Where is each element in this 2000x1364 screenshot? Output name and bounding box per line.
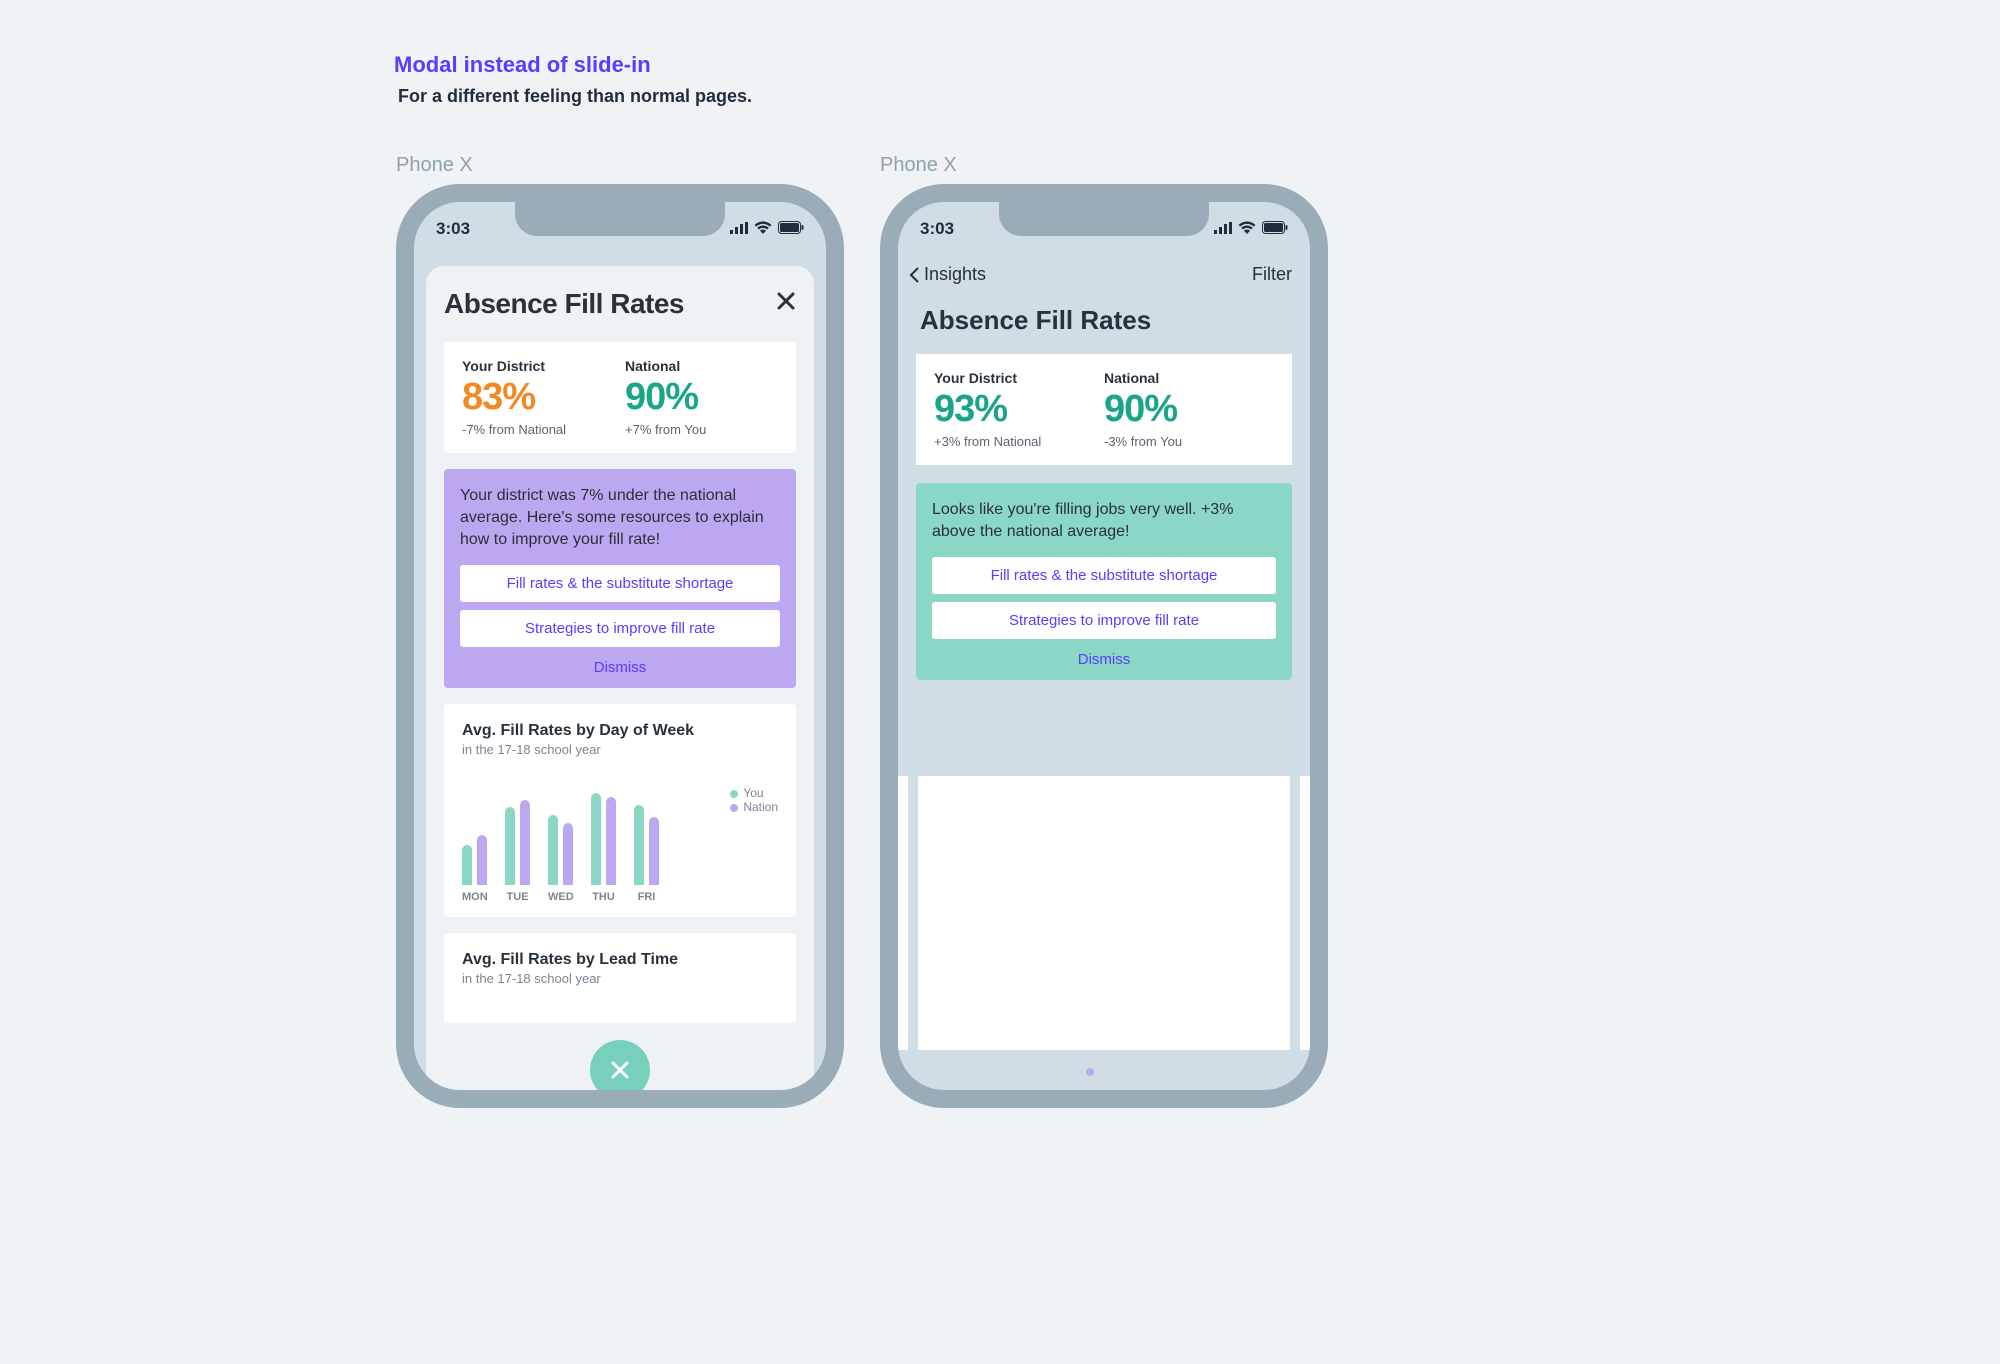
status-time: 3:03 [436,219,470,239]
info-text: Looks like you're filling jobs very well… [932,499,1276,543]
stat-district-value: 93% [934,390,1104,428]
bar-nation [606,797,616,885]
page-dot[interactable] [1114,1068,1122,1076]
bar-you [462,845,472,885]
floating-close-button[interactable] [590,1040,650,1100]
resource-link-2[interactable]: Strategies to improve fill rate [460,610,780,647]
page-dot[interactable] [1086,1068,1094,1076]
stat-district: Your District 93% +3% from National [934,370,1104,449]
filter-button[interactable]: Filter [1252,264,1292,285]
chart2-title: Avg. Fill Rates by Lead Time [462,951,778,969]
status-time: 3:03 [920,219,954,239]
xtick: THU [591,891,616,903]
chart-xaxis: MON TUE WED THU FRI [462,891,778,903]
bar-group [505,800,530,885]
page-dot[interactable] [1100,1068,1108,1076]
phone-left: 3:03 Absence Fill Rates [396,184,844,1108]
stat-district-sub: -7% from National [462,422,615,437]
xtick: TUE [505,891,530,903]
bar-you [505,807,515,885]
dismiss-button[interactable]: Dismiss [932,647,1276,668]
close-icon[interactable] [776,290,796,318]
page-dots [1086,1068,1122,1076]
xtick: FRI [634,891,659,903]
device-notch [515,198,725,236]
chart-card-leadtime: Avg. Fill Rates by Lead Time in the 17-1… [444,933,796,1023]
chevron-left-icon [908,266,920,284]
chart-title: Avg. Fill Rates by Day of Week [462,722,778,740]
bar-nation [563,823,573,885]
stat-national-sub: +7% from You [625,422,778,437]
signal-icon [1214,219,1232,239]
bar-group [462,835,487,885]
chart-legend: You Nation [730,786,778,814]
bar-group [634,805,659,885]
stat-national: National 90% +7% from You [625,358,778,437]
battery-icon [1262,219,1288,239]
stat-national-value: 90% [625,378,778,416]
wifi-icon [754,219,772,239]
device-notch [999,198,1209,236]
bar-group [591,793,616,885]
resource-link-1[interactable]: Fill rates & the substitute shortage [932,557,1276,594]
annotation-title: Modal instead of slide-in [394,52,651,78]
stat-national: National 90% -3% from You [1104,370,1274,449]
modal-card: Absence Fill Rates Your District 83% -7%… [426,266,814,1108]
xtick: WED [548,891,573,903]
stat-district-label: Your District [934,370,1104,386]
legend-dot-you [730,790,738,798]
bar-you [634,805,644,885]
xtick: MON [462,891,487,903]
page-title: Absence Fill Rates [898,291,1310,354]
bar-nation [649,817,659,885]
battery-icon [778,219,804,239]
stat-district: Your District 83% -7% from National [462,358,615,437]
frame-label-left: Phone X [396,154,473,177]
info-box: Looks like you're filling jobs very well… [916,483,1292,680]
stat-national-sub: -3% from You [1104,434,1274,449]
carousel-card-next[interactable] [1300,776,1328,1050]
legend-dot-nation [730,804,738,812]
chart-card-dayofweek: Avg. Fill Rates by Day of Week in the 17… [444,704,796,917]
phone-right: 3:03 Insights Filter Absence Fill Rates [880,184,1328,1108]
bar-group [548,815,573,885]
carousel-card-prev[interactable] [880,776,908,1050]
signal-icon [730,219,748,239]
legend-nation: Nation [743,800,778,814]
nav-bar: Insights Filter [898,256,1310,291]
chart2-subtitle: in the 17-18 school year [462,971,778,986]
stat-district-value: 83% [462,378,615,416]
wifi-icon [1238,219,1256,239]
bar-nation [477,835,487,885]
annotation-subtitle: For a different feeling than normal page… [398,86,752,107]
legend-you: You [743,786,763,800]
back-button[interactable]: Insights [908,264,986,285]
dismiss-button[interactable]: Dismiss [460,655,780,676]
carousel-card-current[interactable] [918,776,1290,1050]
stats-card: Your District 93% +3% from National Nati… [916,354,1292,465]
info-box: Your district was 7% under the national … [444,469,796,688]
back-label: Insights [924,264,986,285]
info-text: Your district was 7% under the national … [460,485,780,551]
carousel[interactable] [898,776,1310,1050]
stat-district-label: Your District [462,358,615,374]
bar-nation [520,800,530,885]
stat-national-label: National [625,358,778,374]
stats-card: Your District 83% -7% from National Nati… [444,342,796,453]
resource-link-2[interactable]: Strategies to improve fill rate [932,602,1276,639]
chart-subtitle: in the 17-18 school year [462,742,778,757]
stat-national-value: 90% [1104,390,1274,428]
frame-label-right: Phone X [880,154,957,177]
resource-link-1[interactable]: Fill rates & the substitute shortage [460,565,780,602]
bar-you [548,815,558,885]
stat-district-sub: +3% from National [934,434,1104,449]
modal-title: Absence Fill Rates [444,288,684,320]
bar-you [591,793,601,885]
stat-national-label: National [1104,370,1274,386]
